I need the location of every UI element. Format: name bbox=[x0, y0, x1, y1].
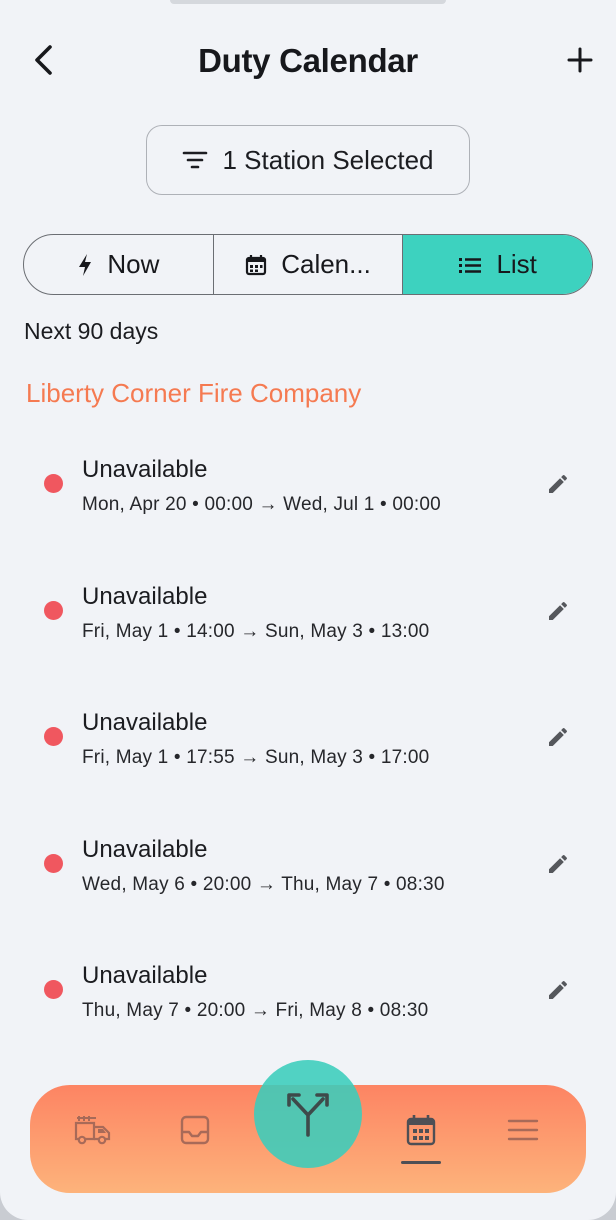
nav-fire-truck[interactable] bbox=[68, 1105, 118, 1155]
pencil-icon bbox=[549, 727, 568, 746]
list-item-status: Unavailable bbox=[82, 709, 208, 736]
date-range-text: Next 90 days bbox=[24, 318, 159, 344]
station-filter-button[interactable]: 1 Station Selected bbox=[146, 125, 470, 195]
status-dot bbox=[44, 600, 63, 620]
status-dot bbox=[44, 727, 63, 746]
edit-button[interactable] bbox=[540, 593, 576, 629]
status-dot bbox=[44, 474, 63, 493]
list-item-time: Fri, May 1 • 14:00 → Sun, May 3 • 13:00 bbox=[82, 620, 430, 642]
edit-button[interactable] bbox=[540, 466, 576, 502]
calendar-icon bbox=[406, 1115, 436, 1146]
tab-now-label: Now bbox=[107, 249, 160, 279]
tab-calendar[interactable]: Calen... bbox=[214, 235, 404, 294]
list-item[interactable]: Unavailable Fri, May 1 • 17:55 → Sun, Ma… bbox=[0, 693, 616, 820]
edit-button[interactable] bbox=[540, 846, 576, 882]
header: Duty Calendar bbox=[0, 30, 616, 94]
list-icon bbox=[459, 257, 482, 273]
list-item[interactable]: Unavailable Mon, Apr 20 • 00:00 → Wed, J… bbox=[0, 440, 616, 567]
fire-truck-icon bbox=[74, 1116, 111, 1145]
active-tab-indicator bbox=[401, 1161, 441, 1164]
pencil-icon bbox=[549, 601, 568, 620]
list-item[interactable]: Unavailable Fri, May 1 • 14:00 → Sun, Ma… bbox=[0, 567, 616, 694]
status-dot bbox=[44, 853, 63, 873]
bolt-icon bbox=[79, 253, 92, 276]
pencil-icon bbox=[549, 854, 568, 873]
plus-icon bbox=[567, 47, 593, 73]
company-heading: Liberty Corner Fire Company bbox=[26, 378, 362, 408]
tab-list[interactable]: List bbox=[403, 235, 592, 294]
edit-button[interactable] bbox=[540, 972, 576, 1008]
fork-action-button[interactable] bbox=[254, 1060, 362, 1168]
list-item-time: Mon, Apr 20 • 00:00 → Wed, Jul 1 • 00:00 bbox=[82, 494, 441, 515]
list-item-time: Wed, May 6 • 20:00 → Thu, May 7 • 08:30 bbox=[82, 873, 445, 895]
list-item-status: Unavailable bbox=[82, 835, 208, 863]
nav-calendar[interactable] bbox=[396, 1105, 446, 1155]
list-item[interactable]: Unavailable Wed, May 6 • 20:00 → Thu, Ma… bbox=[0, 820, 616, 947]
list-item-time: Fri, May 1 • 17:55 → Sun, May 3 • 17:00 bbox=[82, 747, 430, 768]
top-bezel bbox=[170, 0, 446, 4]
duty-list: Unavailable Mon, Apr 20 • 00:00 → Wed, J… bbox=[0, 440, 616, 1073]
pencil-icon bbox=[549, 474, 568, 493]
station-filter-label: 1 Station Selected bbox=[222, 144, 434, 175]
tab-calendar-label: Calen... bbox=[281, 249, 371, 279]
list-item[interactable]: Unavailable Thu, May 7 • 20:00 → Fri, Ma… bbox=[0, 946, 616, 1073]
list-item-status: Unavailable bbox=[82, 456, 208, 483]
view-mode-toggle: Now Calen... List bbox=[23, 234, 593, 295]
phone-screen: Duty Calendar 1 Station Selected Now Cal… bbox=[0, 0, 616, 1220]
fork-arrows-icon bbox=[287, 1093, 329, 1137]
nav-inbox[interactable] bbox=[170, 1105, 220, 1155]
pencil-icon bbox=[549, 980, 568, 999]
status-dot bbox=[44, 980, 63, 999]
edit-button[interactable] bbox=[540, 719, 576, 755]
nav-menu[interactable] bbox=[498, 1105, 548, 1155]
filter-icon bbox=[183, 151, 208, 169]
page-title: Duty Calendar bbox=[198, 42, 418, 79]
inbox-icon bbox=[180, 1115, 210, 1145]
list-item-time: Thu, May 7 • 20:00 → Fri, May 8 • 08:30 bbox=[82, 1000, 429, 1021]
add-button[interactable] bbox=[558, 38, 602, 82]
calendar-icon bbox=[246, 254, 267, 275]
list-item-status: Unavailable bbox=[82, 962, 208, 989]
list-item-status: Unavailable bbox=[82, 582, 208, 610]
tab-now[interactable]: Now bbox=[24, 235, 214, 294]
menu-icon bbox=[507, 1119, 539, 1141]
tab-list-label: List bbox=[496, 249, 537, 279]
